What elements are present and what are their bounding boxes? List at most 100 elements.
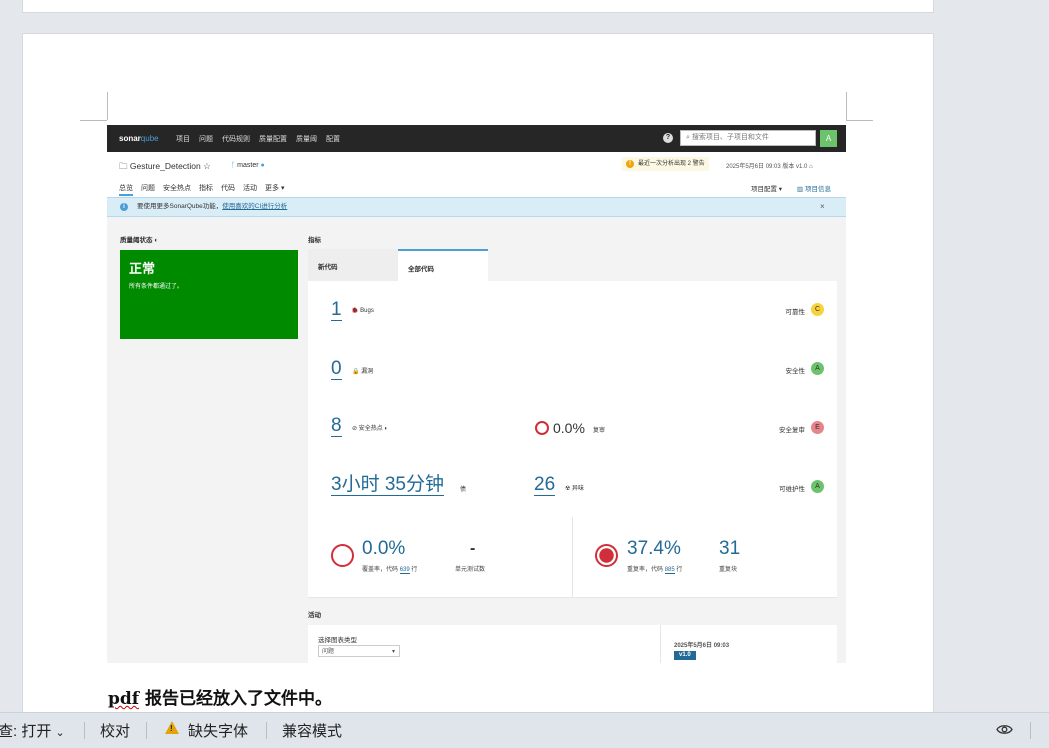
project-name: 🗀 Gesture_Detection ☆ — [119, 161, 211, 171]
sonar-logo: sonarqube — [119, 134, 159, 143]
chart-type-label: 选择图表类型 — [318, 637, 357, 644]
reviewed-value: 0.0% — [553, 420, 585, 436]
duplication-label: 重复率，代码 885 行 — [627, 567, 683, 574]
security-label: 安全性 — [785, 368, 806, 375]
activity-version: v1.0 — [674, 651, 696, 660]
tab-activity: 活动 — [243, 185, 257, 192]
reviewed-label: 复审 — [593, 428, 606, 434]
dup-blocks-value: 31 — [719, 538, 741, 559]
tab-code: 代码 — [221, 185, 235, 192]
tab-more: 更多 ▾ — [265, 185, 285, 192]
previous-page — [22, 0, 934, 13]
duplication-ring-icon — [595, 544, 618, 567]
debt-label: 债 — [460, 487, 467, 493]
maintainability-row: 3小时 35分钟 债 26 ☢ 异味 可维护性 A — [308, 458, 837, 518]
coverage-label: 覆盖率，代码 639 行 — [362, 567, 418, 574]
review-ring-icon — [535, 421, 549, 435]
coverage-duplication-row: 0.0% 覆盖率，代码 639 行 - 单元测试数 37.4% 重复率，代码 8… — [308, 517, 837, 598]
compat-mode-button[interactable]: 兼容模式 — [282, 720, 342, 741]
maintainability-rating: A — [811, 480, 824, 493]
proofread-button[interactable]: 校对 — [100, 720, 130, 741]
vulnerabilities-row: 0 🔒 漏洞 安全性 A — [308, 340, 837, 400]
project-header: 🗀 Gesture_Detection ☆ ᚴ master ● ! 最近一次分析… — [107, 152, 846, 197]
nav-item: 配置 — [326, 136, 340, 143]
vulnerabilities-value: 0 — [331, 358, 342, 380]
bugs-value: 1 — [331, 299, 342, 321]
vulnerabilities-label: 🔒 漏洞 — [352, 369, 374, 375]
hotspots-value: 8 — [331, 415, 342, 437]
analysis-date: 2025年5月6日 09:03 版本 v1.0 ⌂ — [726, 164, 813, 170]
info-banner: i 要使用更多SonarQube功能，使用喜欢的CI进行分析 × — [107, 197, 846, 217]
ci-link: 使用喜欢的CI进行分析 — [222, 203, 288, 210]
analysis-warning: ! 最近一次分析出现 2 警告 — [622, 157, 709, 171]
security-rating: A — [811, 362, 824, 375]
misspelled-word[interactable]: pdf — [108, 689, 139, 709]
nav-item: 质量阈 — [296, 136, 317, 143]
activity-label: 活动 — [308, 612, 321, 619]
activity-date: 2025年5月6日 09:03 — [674, 643, 730, 649]
bugs-label: 🐞 Bugs — [351, 308, 374, 314]
quality-gate-subtitle: 所有条件都通过了。 — [129, 284, 184, 290]
nav-item: 代码规则 — [222, 136, 250, 143]
nav-item: 问题 — [199, 136, 213, 143]
dup-blocks-label: 重复块 — [719, 567, 738, 573]
quality-gate-status: 正常 — [129, 261, 156, 276]
project-info: ▥ 项目信息 — [797, 186, 831, 193]
eye-icon[interactable] — [996, 723, 1013, 736]
coverage-value: 0.0% — [362, 538, 406, 559]
unit-tests-label: 单元测试数 — [455, 567, 486, 573]
info-icon: i — [120, 203, 128, 211]
nav-item: 项目 — [176, 136, 190, 143]
sonar-top-bar: sonarqube 项目 问题 代码规则 质量配置 质量阈 配置 ? ⌕ 搜索项… — [107, 125, 846, 152]
branch: ᚴ master ● — [231, 162, 265, 169]
smells-label: ☢ 异味 — [565, 486, 585, 492]
divider — [146, 722, 147, 739]
warning-icon: ! — [626, 160, 634, 168]
quality-gate-box: 正常 所有条件都通过了。 — [120, 250, 298, 339]
security-review-rating: E — [811, 421, 824, 434]
sonarqube-screenshot-image[interactable]: sonarqube 项目 问题 代码规则 质量配置 质量阈 配置 ? ⌕ 搜索项… — [107, 125, 846, 663]
crop-mark — [846, 92, 847, 120]
tab-hotspots: 安全热点 — [163, 185, 191, 192]
maintainability-label: 可维护性 — [779, 486, 805, 493]
project-config: 项目配置 ▾ — [751, 186, 783, 193]
project-tabs: 总览 问题 安全热点 指标 代码 活动 更多 ▾ — [119, 183, 284, 196]
missing-fonts-button[interactable]: 缺失字体 — [188, 720, 248, 741]
smells-value: 26 — [534, 474, 556, 496]
sonar-nav: 项目 问题 代码规则 质量配置 质量阈 配置 — [176, 134, 340, 144]
check-status-button[interactable]: 查: 打开 ⌄ — [0, 720, 65, 741]
hotspots-row: 8 ⊘ 安全热点 ◐ 0.0% 复审 安全复审 E — [308, 399, 837, 459]
divider — [266, 722, 267, 739]
chart-type-select: 问题 ▾ — [318, 645, 400, 657]
avatar: A — [820, 130, 837, 147]
warning-icon: ! — [165, 721, 179, 734]
chevron-down-icon: ⌄ — [55, 727, 65, 739]
metrics-label: 指标 — [308, 237, 321, 244]
help-icon: ? — [663, 133, 673, 143]
crop-mark — [107, 92, 108, 120]
unit-tests-value: - — [470, 540, 476, 557]
divider — [1030, 722, 1031, 739]
reliability-rating: C — [811, 303, 824, 316]
nav-item: 质量配置 — [259, 136, 287, 143]
tab-overview: 总览 — [119, 183, 133, 196]
security-review-label: 安全复审 — [779, 427, 805, 434]
quality-gate-label: 质量阈状态 ◐ — [120, 237, 159, 244]
document-paragraph[interactable]: pdf 报告已经放入了文件中。 — [108, 684, 332, 709]
tab-measures: 指标 — [199, 185, 213, 192]
tab-issues: 问题 — [141, 185, 155, 192]
activity-panel: 选择图表类型 问题 ▾ 2025年5月6日 09:03 v1.0 — [308, 625, 837, 663]
divider — [84, 722, 85, 739]
crop-mark — [846, 120, 873, 121]
reliability-label: 可靠性 — [785, 309, 806, 316]
divider — [572, 517, 573, 597]
hotspots-label: ⊘ 安全热点 ◐ — [352, 426, 389, 432]
close-icon: × — [820, 202, 825, 211]
tab-all-code: 全部代码 — [398, 249, 488, 281]
debt-value: 3小时 35分钟 — [331, 474, 444, 496]
bugs-row: 1 🐞 Bugs 可靠性 C — [308, 281, 837, 341]
tab-new-code: 新代码 — [308, 249, 398, 281]
crop-mark — [80, 120, 107, 121]
status-bar: 查: 打开 ⌄ 校对 ! 缺失字体 兼容模式 — [0, 712, 1049, 748]
search-input: ⌕ 搜索项目、子项目和文件 — [680, 130, 816, 146]
